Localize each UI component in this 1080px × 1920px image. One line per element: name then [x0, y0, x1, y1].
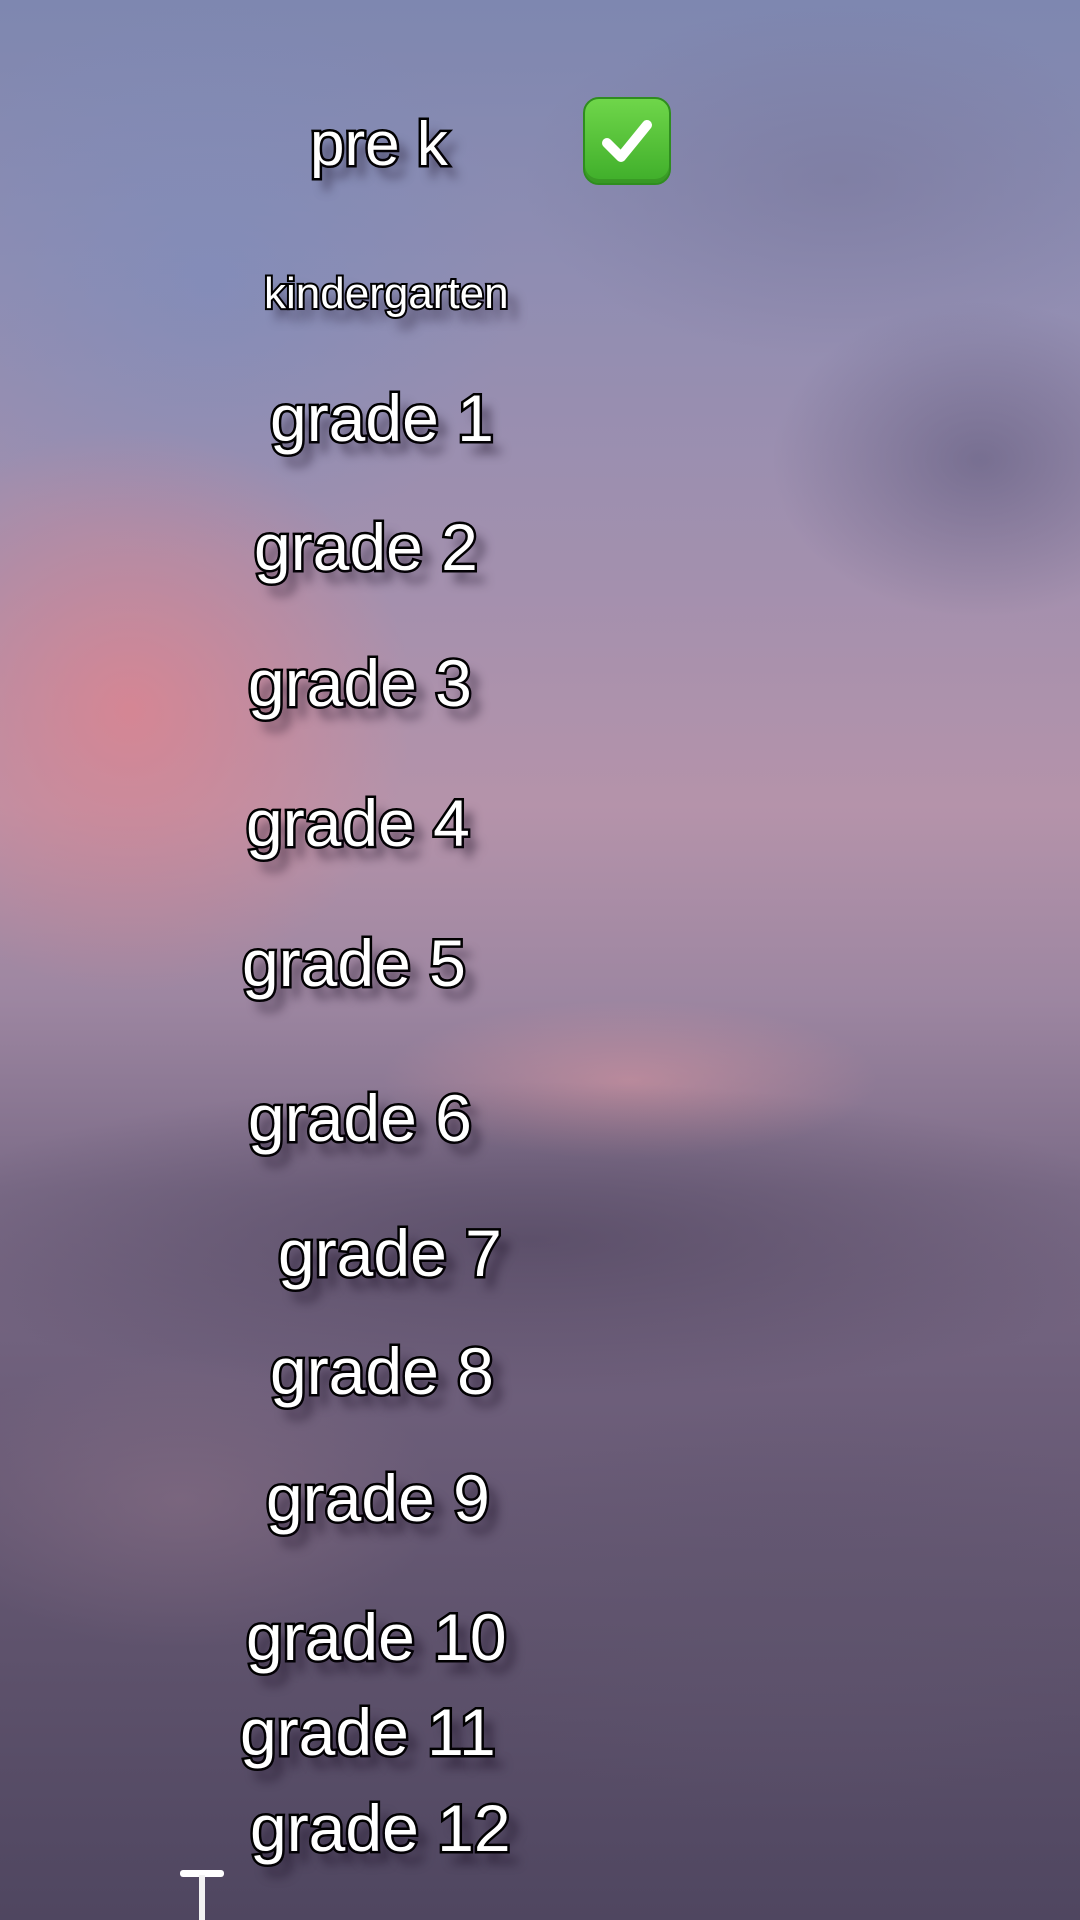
check-icon	[602, 120, 652, 162]
grade-11-label: grade 11	[238, 1695, 499, 1769]
pre-k-label: pre k	[308, 110, 451, 179]
grade-2-label: grade 2	[252, 510, 481, 584]
check-mark-button-icon	[583, 97, 671, 185]
grade-4-label: grade 4	[244, 786, 473, 860]
grade-6-label: grade 6	[246, 1081, 475, 1155]
street-lamp	[180, 1870, 224, 1920]
kindergarten-label: kindergarten	[262, 269, 511, 318]
grade-7-label: grade 7	[276, 1216, 505, 1290]
grade-8-label: grade 8	[268, 1334, 497, 1408]
grade-12-label: grade 12	[248, 1791, 514, 1865]
grade-1-label: grade 1	[268, 381, 497, 455]
grade-9-label: grade 9	[264, 1461, 493, 1535]
dark-cloud	[420, 1400, 1080, 1820]
sky-background	[0, 0, 1080, 1920]
grade-3-label: grade 3	[246, 646, 475, 720]
grade-5-label: grade 5	[240, 926, 469, 1000]
grade-10-label: grade 10	[244, 1600, 510, 1674]
street-lamp-pole	[199, 1875, 205, 1920]
